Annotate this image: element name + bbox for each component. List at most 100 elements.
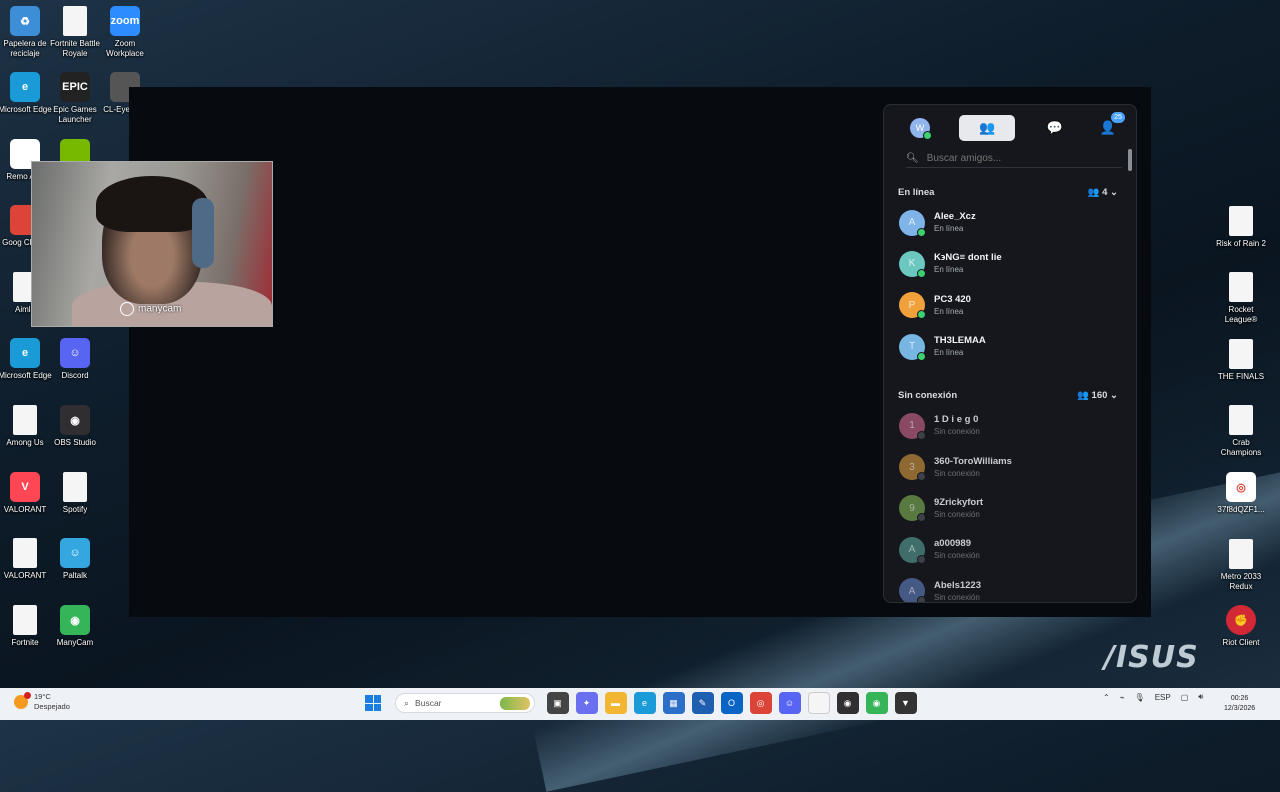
edge-taskbar-icon[interactable]: e [633, 692, 656, 714]
friend-row[interactable]: 3 360-ToroWilliams Sin conexión [884, 446, 1136, 487]
chat-icon: 💬 [1046, 120, 1063, 135]
friend-row[interactable]: A Abels1223 Sin conexión [884, 570, 1136, 602]
task-view-icon[interactable]: ▣ [546, 692, 569, 714]
taskbar-search-label: Buscar [415, 698, 442, 708]
fortnite-file-icon[interactable]: Fortnite [0, 605, 52, 648]
friend-row[interactable]: Aa000989 Sin conexión [884, 529, 1136, 570]
webcam-preview[interactable]: manycam [31, 161, 273, 327]
valorant-icon[interactable]: V VALORANT [0, 472, 52, 515]
epic-games-icon[interactable]: EPIC Epic Games Launcher [48, 72, 102, 125]
friend-avatar-initial: 3 [909, 461, 915, 473]
obs-taskbar-icon[interactable]: ◉ [836, 692, 859, 714]
clock-date: 12/3/2026 [1224, 705, 1256, 712]
friend-status: En línea [934, 348, 964, 358]
fortnite-file-glyph-icon [13, 605, 37, 635]
search-highlight-icon [500, 697, 530, 710]
weather-widget[interactable]: 19°C Despejado [14, 692, 70, 712]
offline-section-header[interactable]: Sin conexión 👥 160 ⌄ [884, 385, 1136, 405]
friend-row[interactable]: 9 9Zrickyfort Sin conexión [884, 488, 1136, 529]
discord-taskbar-icon[interactable]: ☺ [778, 692, 801, 714]
metro-2033-icon[interactable]: Metro 2033 Redux [1214, 539, 1268, 592]
online-friends-list: A Alee_Xcz En línea K K϶NG≡ dont lie En línea… [884, 202, 1136, 367]
obs-icon[interactable]: ◉ OBS Studio [48, 405, 102, 448]
friend-row[interactable]: 1 1 D i e g 0 Sin conexión [884, 405, 1136, 446]
metro-2033-glyph-icon [1229, 539, 1253, 569]
chrome-shortcut-glyph-icon: ◎ [1226, 472, 1256, 502]
riot-client-glyph-icon: ✊ [1226, 605, 1256, 635]
wifi-icon[interactable]: ▢ [1181, 693, 1189, 702]
recycle-bin-icon[interactable]: ♻ Papelera de reciclaje [0, 6, 52, 59]
friend-row[interactable]: K K϶NG≡ dont lie En línea [884, 243, 1136, 284]
chat-tab[interactable]: 💬 [1041, 115, 1069, 141]
friends-scrollbar[interactable] [1128, 149, 1132, 171]
friend-avatar-initial: T [908, 341, 916, 353]
friend-status: Sin conexión [934, 468, 980, 478]
mic-icon[interactable]: 🎙︎ [1135, 693, 1145, 702]
volume-icon[interactable]: 🔊︎ [1198, 692, 1203, 702]
friend-name: PC3 420 [934, 293, 971, 305]
friend-avatar: 3 [899, 454, 926, 482]
outlook-icon[interactable]: O [720, 692, 743, 714]
chrome-shortcut-icon[interactable]: ◎ 37f8dQZF1... [1214, 472, 1268, 515]
zoom-icon[interactable]: zoom Zoom Workplace [98, 6, 152, 59]
file-explorer-icon[interactable]: ▬ [604, 692, 627, 714]
friend-search[interactable]: 🔍︎ [906, 149, 1122, 168]
clock[interactable]: 00:26 12/3/2026 [1224, 694, 1255, 714]
snip-icon[interactable]: ✎ [691, 692, 714, 714]
system-tray: ⌃ ⌁ 🎙︎ ESP ▢ 🔊︎ [1098, 692, 1208, 702]
manycam-taskbar-icon[interactable]: ◉ [865, 692, 888, 714]
manycam-icon[interactable]: ◉ ManyCam [48, 605, 102, 648]
riot-client-icon[interactable]: ✊ Riot Client [1214, 605, 1268, 648]
network-icon[interactable]: ⌁ [1120, 693, 1125, 702]
friends-tab[interactable]: 👥 [959, 115, 1016, 141]
friend-name: a000989 [934, 538, 971, 550]
friend-avatar: P [899, 292, 926, 320]
friend-name: 1 D i e g 0 [934, 414, 979, 426]
store-icon[interactable]: ▦ [662, 692, 685, 714]
taskbar-search[interactable]: ⌕ Buscar [395, 693, 535, 713]
file-taskbar-icon[interactable] [807, 692, 830, 714]
paltalk-icon[interactable]: ☺ Paltalk [48, 538, 102, 581]
among-us-glyph-icon [13, 405, 37, 435]
friend-search-input[interactable] [924, 151, 1109, 165]
friend-row[interactable]: T TH3LEMAA En línea [884, 326, 1136, 367]
status-dot-icon [917, 472, 926, 482]
epic-taskbar-icon[interactable]: ▼ [894, 692, 917, 714]
edge-icon-2[interactable]: e Microsoft Edge [0, 338, 52, 381]
friend-name: TH3LEMAA [934, 335, 986, 347]
friend-avatar-initial: 1 [909, 420, 915, 432]
the-finals-icon[interactable]: THE FINALS [1214, 339, 1268, 382]
among-us-icon[interactable]: Among Us [0, 405, 52, 448]
taskbar: 19°C Despejado ⌕ Buscar ▣ ✦ ▬ e ▦ ✎ O ◎ ☺ ◉ ◉ ▼ ⌃ ⌁… [0, 688, 1280, 720]
spotify-icon[interactable]: Spotify [48, 472, 102, 515]
status-dot-icon [917, 310, 926, 320]
fortnite-br-icon[interactable]: Fortnite Battle Royale [48, 6, 102, 59]
online-section-header[interactable]: En línea 👥 4 ⌄ [884, 182, 1136, 202]
add-friend-tab[interactable]: 👤 25 [1094, 112, 1125, 141]
discord-icon[interactable]: ☺ Discord [48, 338, 102, 381]
edge-icon[interactable]: e Microsoft Edge [0, 72, 52, 115]
weather-temp: 19°C [34, 692, 51, 701]
friend-avatar: 9 [899, 495, 926, 523]
friend-row[interactable]: A Alee_Xcz En línea [884, 202, 1136, 243]
language-indicator[interactable]: ESP [1155, 693, 1171, 702]
zoom-glyph-icon: zoom [110, 6, 140, 36]
friend-name: 9Zrickyfort [934, 496, 984, 508]
friend-row[interactable]: P PC3 420 En línea [884, 285, 1136, 326]
chrome-taskbar-icon[interactable]: ◎ [749, 692, 772, 714]
profile-tab[interactable]: W [906, 115, 934, 141]
desktop-icon-label: THE FINALS [1217, 372, 1265, 381]
friend-name: 360-ToroWilliams [934, 455, 1012, 467]
valorant-file-icon[interactable]: VALORANT [0, 538, 52, 581]
friend-status: Sin conexión [934, 551, 980, 561]
copilot-icon[interactable]: ✦ [575, 692, 598, 714]
crab-champions-icon[interactable]: Crab Champions [1214, 405, 1268, 458]
chevron-up-icon[interactable]: ⌃ [1103, 693, 1110, 702]
start-icon[interactable] [365, 695, 381, 711]
valorant-file-glyph-icon [13, 538, 37, 568]
rocket-league-icon[interactable]: Rocket League® [1214, 272, 1268, 325]
risk-of-rain-icon[interactable]: Risk of Rain 2 [1214, 206, 1268, 249]
desktop-icon-label: ManyCam [56, 638, 94, 647]
discord-glyph-icon: ☺ [60, 338, 90, 368]
desktop-icon-label: Fortnite Battle Royale [50, 39, 100, 58]
